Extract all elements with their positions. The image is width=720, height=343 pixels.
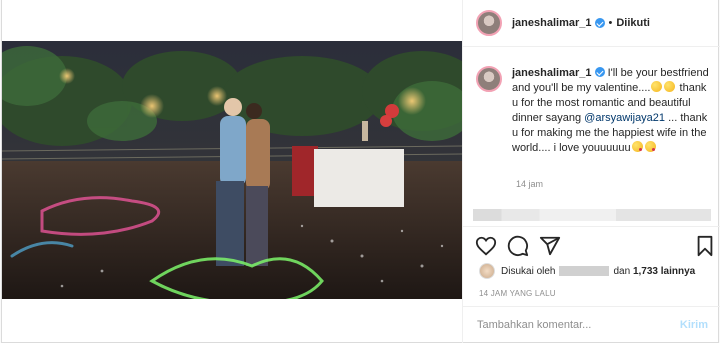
likes-summary: Disukai oleh dan 1,733 lainnya <box>479 263 695 279</box>
heart-icon[interactable] <box>475 235 497 257</box>
grin-emoji-icon <box>651 81 663 92</box>
grin-emoji-icon <box>664 81 676 92</box>
caption: janeshalimar_1 I'll be your bestfriend a… <box>476 66 711 156</box>
blurred-comment <box>473 209 711 221</box>
comment-icon[interactable] <box>507 235 529 257</box>
caption-avatar[interactable] <box>476 66 502 92</box>
kiss-emoji-icon <box>644 141 656 152</box>
instagram-frame: janeshalimar_1 • Diikuti janeshalimar_1 … <box>0 0 720 343</box>
post-photo[interactable] <box>2 41 462 299</box>
likes-middle: dan <box>613 265 631 277</box>
verified-badge-icon <box>594 18 605 28</box>
avatar[interactable] <box>476 10 502 36</box>
liker-avatar[interactable] <box>479 263 495 279</box>
post-comment-button[interactable]: Kirim <box>680 319 708 331</box>
follow-status-button[interactable]: Diikuti <box>616 17 650 29</box>
header-username[interactable]: janeshalimar_1 <box>512 17 592 29</box>
separator-dot: • <box>608 17 613 29</box>
kiss-emoji-icon <box>631 141 643 152</box>
share-icon[interactable] <box>539 235 561 257</box>
add-comment-bar: Kirim <box>463 306 720 343</box>
verified-badge-icon <box>594 67 605 77</box>
bookmark-icon[interactable] <box>695 235 715 257</box>
mention-link[interactable]: @arsyawijaya21 <box>584 112 665 124</box>
blurred-liker-name[interactable] <box>559 266 610 276</box>
post-timestamp[interactable]: 14 JAM YANG LALU <box>479 289 556 298</box>
caption-text: janeshalimar_1 I'll be your bestfriend a… <box>512 66 710 156</box>
likes-count[interactable]: 1,733 lainnya <box>633 266 695 277</box>
likes-prefix: Disukai oleh <box>501 265 556 277</box>
caption-time[interactable]: 14 jam <box>516 179 543 189</box>
post-sidebar: janeshalimar_1 • Diikuti janeshalimar_1 … <box>462 0 720 343</box>
post-card: janeshalimar_1 • Diikuti janeshalimar_1 … <box>1 0 720 343</box>
comment-input[interactable] <box>477 319 647 331</box>
post-header: janeshalimar_1 • Diikuti <box>463 0 720 47</box>
caption-username[interactable]: janeshalimar_1 <box>512 67 592 79</box>
rooftop-dinner-photo <box>2 41 462 299</box>
action-row <box>475 235 715 257</box>
